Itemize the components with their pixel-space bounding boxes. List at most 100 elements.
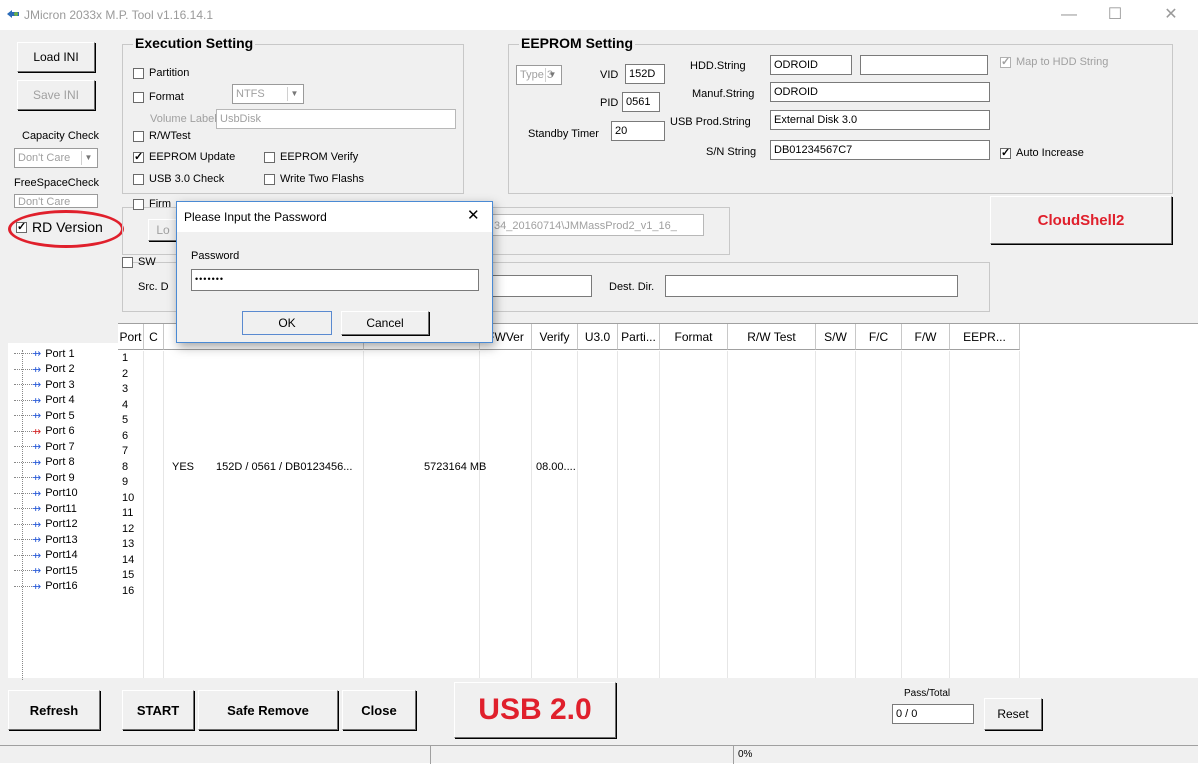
manuf-string-input[interactable]: ODROID — [770, 82, 990, 102]
port-label: Port 1 — [45, 347, 75, 360]
start-button[interactable]: START — [122, 690, 194, 730]
progress-text: 0% — [738, 749, 753, 760]
column-header[interactable]: Port — [118, 324, 144, 350]
eeprom-update-checkbox[interactable]: EEPROM Update — [133, 150, 235, 163]
column-gridline — [163, 351, 164, 678]
rw-test-label: R/WTest — [149, 130, 191, 142]
port-tree-item[interactable]: ⇸ Port 4 — [0, 393, 75, 408]
format-checkbox[interactable]: Format — [133, 91, 184, 103]
port-tree-item[interactable]: ⇸ Port14 — [0, 548, 78, 563]
standby-timer-input[interactable]: 20 — [611, 121, 665, 141]
port-tree-item[interactable]: ⇸ Port15 — [0, 563, 78, 578]
cancel-button[interactable]: Cancel — [341, 311, 429, 335]
column-gridline — [855, 351, 856, 678]
column-header[interactable]: Parti... — [618, 324, 660, 350]
src-dir-label: Src. D — [138, 281, 169, 293]
port-tree-item[interactable]: ⇸ Port 5 — [0, 408, 75, 423]
password-label: Password — [191, 250, 240, 262]
column-gridline — [617, 351, 618, 678]
port-tree-item[interactable]: ⇸ Port 6 — [0, 424, 75, 439]
usb-prod-string-input[interactable]: External Disk 3.0 — [770, 110, 990, 130]
dest-dir-input[interactable] — [665, 275, 958, 297]
maximize-button[interactable]: ☐ — [1092, 3, 1138, 27]
dialog-close-button[interactable]: ✕ — [467, 206, 480, 224]
cloudshell2-button[interactable]: CloudShell2 — [990, 196, 1172, 244]
sn-string-input[interactable]: DB01234567C7 — [770, 140, 990, 160]
port-tree-item[interactable]: ⇸ Port12 — [0, 517, 78, 532]
usb-port-icon: ⇸ — [32, 565, 42, 577]
hdd-string-input[interactable]: ODROID — [770, 55, 852, 75]
format-type-select[interactable]: NTFS ▼ — [232, 84, 304, 104]
port-tree-item[interactable]: ⇸ Port 1 — [0, 346, 75, 361]
hdd-string-extra-input[interactable] — [860, 55, 988, 75]
capacity-check-select[interactable]: Don't Care ▼ — [14, 148, 98, 168]
pid-label: PID — [600, 97, 619, 109]
write-two-flashes-checkbox[interactable]: Write Two Flashs — [264, 173, 364, 185]
column-header[interactable]: F/W — [902, 324, 950, 350]
freespace-check-select[interactable]: Don't Care — [14, 194, 98, 208]
app-icon — [7, 10, 19, 18]
column-header[interactable]: R/W Test — [728, 324, 816, 350]
column-header[interactable]: C — [144, 324, 164, 350]
close-window-button[interactable]: ✕ — [1148, 3, 1194, 27]
tree-connector — [14, 368, 32, 370]
port-tree-item[interactable]: ⇸ Port 2 — [0, 362, 75, 377]
refresh-button[interactable]: Refresh — [8, 690, 100, 730]
firmware-path-field[interactable]: 34_20160714\JMMassProd2_v1_16_ — [490, 214, 704, 236]
eeprom-verify-checkbox[interactable]: EEPROM Verify — [264, 151, 358, 163]
port-tree-item[interactable]: ⇸ Port10 — [0, 486, 78, 501]
password-input[interactable]: ••••••• — [191, 269, 479, 291]
freespace-check-label: FreeSpaceCheck — [14, 177, 99, 189]
port-tree-item[interactable]: ⇸ Port11 — [0, 501, 77, 516]
column-header[interactable]: F/C — [856, 324, 902, 350]
port-label: Port 8 — [45, 456, 75, 468]
auto-increase-checkbox[interactable]: Auto Increase — [1000, 146, 1084, 159]
column-header[interactable]: EEPR... — [950, 324, 1020, 350]
tree-connector — [14, 492, 32, 494]
capacity-check-label: Capacity Check — [22, 130, 100, 142]
tree-connector — [14, 523, 32, 525]
column-header[interactable]: Format — [660, 324, 728, 350]
partition-checkbox[interactable]: Partition — [133, 67, 189, 79]
map-to-hdd-checkbox[interactable]: Map to HDD String — [1000, 55, 1109, 68]
column-header[interactable]: S/W — [816, 324, 856, 350]
save-ini-button[interactable]: Save INI — [17, 80, 95, 110]
column-header[interactable]: U3.0 — [578, 324, 618, 350]
load-firmware-button[interactable]: Lo — [148, 219, 178, 241]
sw-checkbox[interactable]: SW — [122, 256, 156, 268]
firmware-label: Firm — [149, 198, 171, 210]
eeprom-setting-title: EEPROM Setting — [519, 35, 636, 51]
usb30-check-checkbox[interactable]: USB 3.0 Check — [133, 173, 224, 185]
port-tree-item[interactable]: ⇸ Port 7 — [0, 439, 75, 454]
red-highlight-ring — [8, 210, 124, 248]
rw-test-checkbox[interactable]: R/WTest — [133, 130, 191, 142]
src-dir-input[interactable] — [488, 275, 592, 297]
load-ini-button[interactable]: Load INI — [17, 42, 95, 72]
ok-button[interactable]: OK — [242, 311, 332, 335]
row-number: 2 — [122, 367, 129, 380]
column-gridline — [727, 351, 728, 678]
port-tree-item[interactable]: ⇸ Port 8 — [0, 455, 75, 470]
port-tree-item[interactable]: ⇸ Port 3 — [0, 377, 75, 392]
port-tree-item[interactable]: ⇸ Port16 — [0, 579, 78, 594]
checkbox-box — [264, 151, 275, 163]
column-gridline — [143, 351, 144, 678]
map-to-hdd-label: Map to HDD String — [1016, 56, 1109, 68]
column-header[interactable]: Verify — [532, 324, 578, 350]
firmware-checkbox[interactable]: Firm — [133, 198, 171, 210]
port-tree-item[interactable]: ⇸ Port 9 — [0, 470, 75, 485]
port-tree-item[interactable]: ⇸ Port13 — [0, 532, 78, 547]
usb-port-icon: ⇸ — [32, 549, 42, 562]
safe-remove-button[interactable]: Safe Remove — [198, 690, 338, 730]
reset-button[interactable]: Reset — [984, 698, 1042, 730]
vid-input[interactable]: 152D — [625, 64, 665, 84]
row-number: 16 — [122, 584, 135, 597]
close-button[interactable]: Close — [342, 690, 416, 730]
usb-port-icon: ⇸ — [32, 518, 42, 531]
minimize-button[interactable]: — — [1046, 3, 1092, 27]
pid-input[interactable]: 0561 — [622, 92, 660, 112]
eeprom-type-select[interactable]: Type 3 ▼ — [516, 65, 562, 85]
checkbox-box — [133, 91, 144, 103]
volume-label-input[interactable]: UsbDisk — [216, 109, 456, 129]
status-divider — [733, 746, 734, 764]
